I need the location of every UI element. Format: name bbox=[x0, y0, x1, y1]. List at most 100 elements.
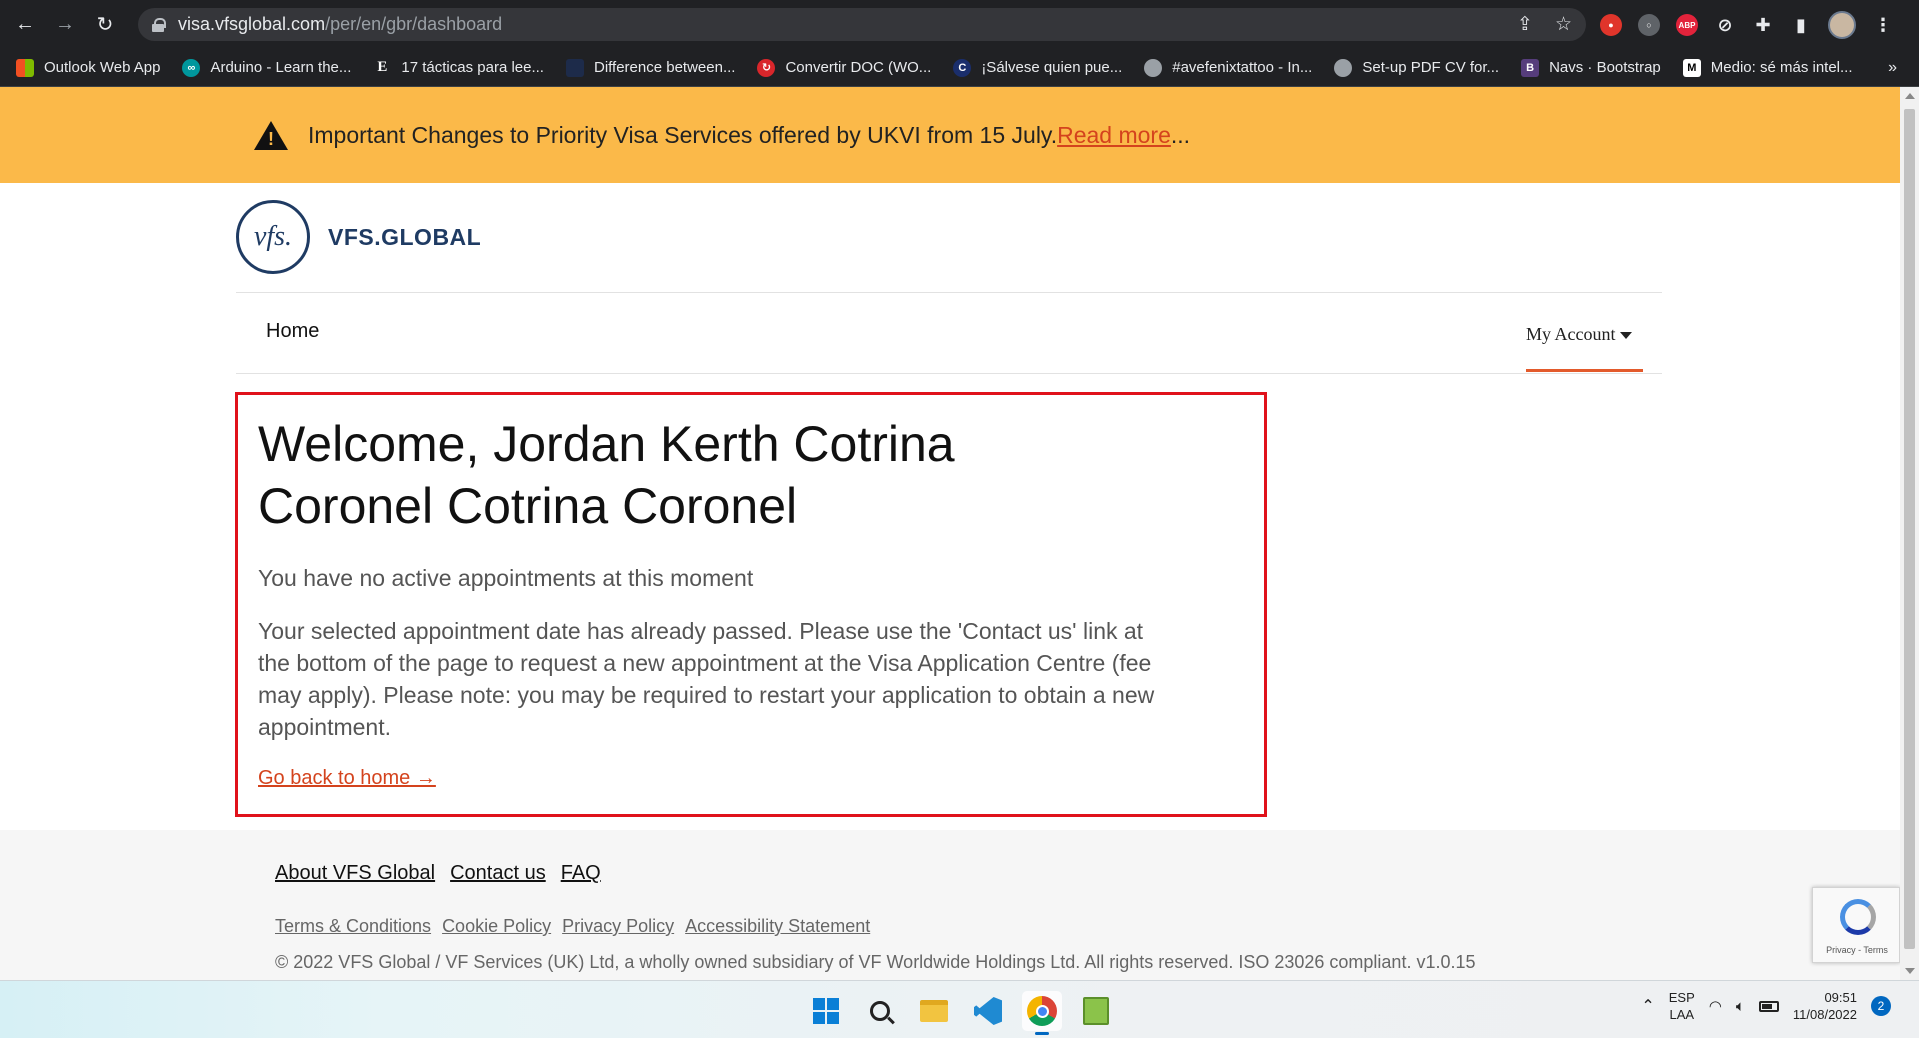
alert-banner: Important Changes to Priority Visa Servi… bbox=[0, 87, 1900, 183]
lock-icon[interactable] bbox=[152, 17, 166, 32]
recaptcha-text[interactable]: Privacy - Terms bbox=[1813, 945, 1901, 955]
notification-badge[interactable]: 2 bbox=[1871, 996, 1891, 1016]
system-tray: ⌃ ESP LAA ◠ 🔈︎ 09:51 11/08/2022 2 bbox=[1641, 989, 1891, 1023]
bookmark-item[interactable]: ∞ Arduino - Learn the... bbox=[182, 58, 352, 77]
my-account-dropdown[interactable]: My Account bbox=[1526, 324, 1632, 345]
bookmark-item[interactable]: C ¡Sálvese quien pue... bbox=[953, 58, 1122, 77]
side-panel-icon[interactable]: ▮ bbox=[1790, 14, 1812, 36]
bookmarks-bar: Outlook Web App ∞ Arduino - Learn the...… bbox=[0, 49, 1919, 87]
url-path: /per/en/gbr/dashboard bbox=[325, 14, 503, 34]
copyright-text: © 2022 VFS Global / VF Services (UK) Ltd… bbox=[275, 952, 1476, 972]
start-button[interactable] bbox=[806, 991, 846, 1031]
medium-icon: M bbox=[1682, 58, 1701, 77]
logo-text: VFS.GLOBAL bbox=[328, 223, 482, 250]
bookmark-label: Set-up PDF CV for... bbox=[1362, 59, 1500, 76]
menu-kebab-icon[interactable]: ⋮ bbox=[1872, 14, 1894, 36]
bookmark-label: Convertir DOC (WO... bbox=[785, 59, 932, 76]
extension-red-icon[interactable]: ● bbox=[1600, 14, 1622, 36]
bookmark-star-icon[interactable]: ☆ bbox=[1555, 13, 1572, 36]
address-bar[interactable]: visa.vfsglobal.com/per/en/gbr/dashboard … bbox=[138, 8, 1586, 41]
share-icon[interactable]: ⇪ bbox=[1517, 13, 1533, 36]
footer-link-accessibility[interactable]: Accessibility Statement bbox=[685, 916, 870, 937]
bookmark-label: #avefenixtattoo - In... bbox=[1172, 59, 1313, 76]
page-scrollbar[interactable] bbox=[1900, 87, 1919, 980]
bookmark-label: 17 tácticas para lee... bbox=[401, 59, 544, 76]
e-icon: E bbox=[377, 59, 388, 75]
bookmark-item[interactable]: E 17 tácticas para lee... bbox=[373, 59, 544, 77]
c-icon: C bbox=[953, 58, 972, 77]
back-arrow-icon[interactable]: ← bbox=[10, 10, 40, 40]
notepad-button[interactable] bbox=[1076, 991, 1116, 1031]
forward-arrow-icon[interactable]: → bbox=[50, 10, 80, 40]
my-account-label: My Account bbox=[1526, 324, 1616, 344]
extension-gray-icon[interactable]: ○ bbox=[1638, 14, 1660, 36]
search-icon bbox=[870, 1001, 890, 1021]
chrome-button[interactable] bbox=[1022, 991, 1062, 1035]
bookmark-label: Outlook Web App bbox=[44, 59, 161, 76]
go-back-home-link[interactable]: Go back to home → bbox=[258, 767, 436, 790]
footer-link-cookie[interactable]: Cookie Policy bbox=[442, 916, 551, 937]
show-hidden-icons-chevron-icon[interactable]: ⌃ bbox=[1641, 996, 1654, 1016]
wifi-icon[interactable]: ◠ bbox=[1709, 997, 1722, 1015]
no-appointments-text: You have no active appointments at this … bbox=[258, 565, 754, 591]
bookmark-item[interactable]: Set-up PDF CV for... bbox=[1334, 58, 1500, 77]
adblock-plus-icon[interactable]: ABP bbox=[1676, 14, 1698, 36]
nav-home[interactable]: Home bbox=[266, 320, 319, 343]
recaptcha-icon bbox=[1840, 899, 1876, 935]
clock-time: 09:51 bbox=[1824, 990, 1857, 1005]
bookmark-item[interactable]: Difference between... bbox=[565, 58, 735, 77]
lang-layout: LAA bbox=[1669, 1007, 1695, 1022]
bookmark-label: Navs · Bootstrap bbox=[1549, 59, 1661, 76]
footer-link-terms[interactable]: Terms & Conditions bbox=[275, 916, 431, 937]
reload-icon[interactable]: ↻ bbox=[90, 10, 120, 40]
extension-disabled-icon[interactable]: ⊘ bbox=[1714, 14, 1736, 36]
scroll-thumb[interactable] bbox=[1904, 109, 1915, 949]
clock[interactable]: 09:51 11/08/2022 bbox=[1793, 989, 1857, 1023]
globe-icon bbox=[1334, 58, 1353, 77]
bookmark-item[interactable]: B Navs · Bootstrap bbox=[1521, 58, 1661, 77]
warning-icon bbox=[254, 120, 288, 150]
taskbar-search-button[interactable] bbox=[860, 991, 900, 1031]
scroll-up-arrow-icon[interactable] bbox=[1905, 93, 1915, 99]
windows-logo-icon bbox=[813, 998, 839, 1024]
notepad-icon bbox=[1083, 997, 1109, 1025]
vfs-logo[interactable]: vfs. VFS.GLOBAL bbox=[236, 200, 481, 274]
logo-mark: vfs. bbox=[236, 200, 310, 274]
arduino-icon: ∞ bbox=[182, 58, 201, 77]
windows-taskbar: ⌃ ESP LAA ◠ 🔈︎ 09:51 11/08/2022 2 bbox=[0, 980, 1919, 1038]
bookmark-item[interactable]: ↻ Convertir DOC (WO... bbox=[757, 58, 932, 77]
profile-avatar[interactable] bbox=[1828, 11, 1856, 39]
footer-link-contact[interactable]: Contact us bbox=[450, 862, 546, 885]
account-underline bbox=[1526, 369, 1643, 372]
header-divider bbox=[236, 292, 1662, 293]
caret-down-icon bbox=[1619, 332, 1632, 340]
bookmarks-overflow-button[interactable]: » bbox=[1888, 59, 1897, 77]
convert-icon: ↻ bbox=[757, 58, 776, 77]
footer-link-privacy[interactable]: Privacy Policy bbox=[562, 916, 674, 937]
chrome-icon bbox=[1027, 996, 1057, 1026]
bookmark-label: Arduino - Learn the... bbox=[210, 59, 352, 76]
bookmark-item[interactable]: M Medio: sé más intel... bbox=[1682, 58, 1853, 77]
nav-divider bbox=[236, 373, 1662, 374]
browser-toolbar: ← → ↻ visa.vfsglobal.com/per/en/gbr/dash… bbox=[0, 0, 1919, 49]
welcome-panel: Welcome, Jordan Kerth Cotrina Coronel Co… bbox=[235, 392, 1267, 817]
file-explorer-button[interactable] bbox=[914, 991, 954, 1031]
footer-link-about[interactable]: About VFS Global bbox=[275, 862, 435, 885]
language-indicator[interactable]: ESP LAA bbox=[1669, 989, 1695, 1023]
bookmark-label: Medio: sé más intel... bbox=[1710, 59, 1853, 76]
alert-text: Important Changes to Priority Visa Servi… bbox=[308, 121, 1058, 148]
recaptcha-badge[interactable]: Privacy - Terms bbox=[1812, 887, 1900, 963]
puzzle-extensions-icon[interactable]: ✚ bbox=[1752, 14, 1774, 36]
page-footer: About VFS Global Contact us FAQ Terms & … bbox=[0, 830, 1900, 980]
battery-icon[interactable] bbox=[1758, 1000, 1779, 1012]
bookmark-item[interactable]: #avefenixtattoo - In... bbox=[1144, 58, 1313, 77]
scroll-down-arrow-icon[interactable] bbox=[1905, 968, 1915, 974]
alert-suffix: ... bbox=[1170, 121, 1191, 148]
bookmark-item[interactable]: Outlook Web App bbox=[16, 58, 161, 77]
globe-icon bbox=[1144, 58, 1163, 77]
vscode-button[interactable] bbox=[968, 991, 1008, 1031]
volume-icon[interactable]: 🔈︎ bbox=[1736, 998, 1745, 1015]
footer-link-faq[interactable]: FAQ bbox=[561, 862, 601, 885]
read-more-link[interactable]: Read more bbox=[1057, 122, 1171, 149]
clock-date: 11/08/2022 bbox=[1792, 1007, 1857, 1022]
